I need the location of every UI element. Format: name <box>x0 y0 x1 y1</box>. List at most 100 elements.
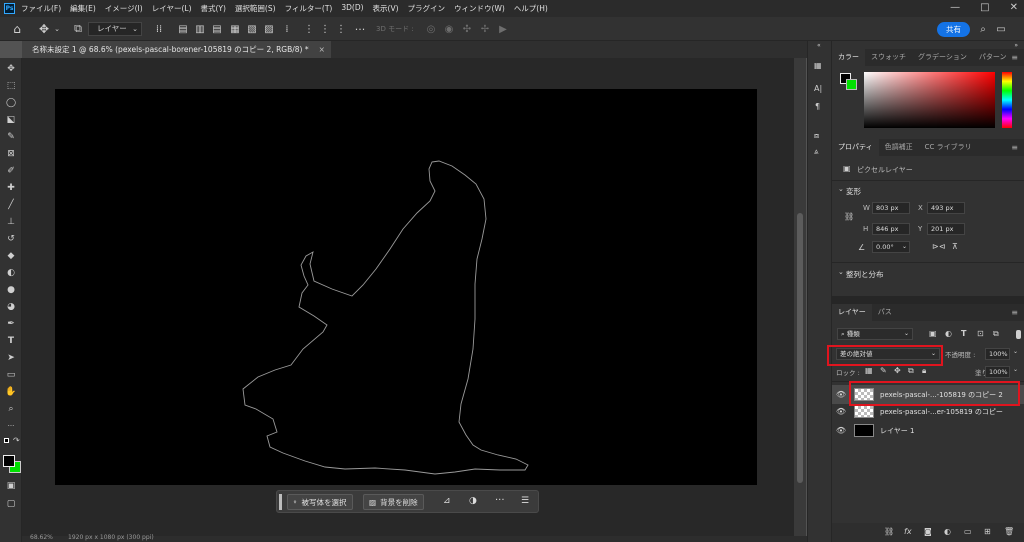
panel-menu-icon[interactable]: ≡ <box>1011 139 1018 156</box>
history-brush-tool-icon[interactable]: ↺ <box>3 231 19 246</box>
collapse-icon[interactable]: « <box>817 42 821 49</box>
align-left-icon[interactable]: ▤ <box>177 21 189 37</box>
more-options-icon[interactable]: ··· <box>353 21 367 37</box>
document-tab[interactable]: 名称未設定 1 @ 68.6% (pexels-pascal-borener-1… <box>22 41 331 58</box>
workspace-icon[interactable]: ▭ <box>994 21 1008 37</box>
blur-tool-icon[interactable]: ● <box>3 282 19 297</box>
move-tool-icon[interactable]: ✥ <box>36 21 52 37</box>
settings-sliders-icon[interactable]: ☰ <box>521 496 529 506</box>
auto-select-icon[interactable]: ⧉ <box>70 21 86 37</box>
layer-name[interactable]: レイヤー 1 <box>880 426 914 436</box>
zoom-level[interactable]: 68.62% <box>30 534 53 541</box>
align-bottom-icon[interactable]: ▨ <box>263 21 275 37</box>
menu-view[interactable]: 表示(V) <box>373 3 399 14</box>
menu-help[interactable]: ヘルプ(H) <box>514 3 548 14</box>
menu-plugins[interactable]: プラグイン <box>408 3 446 14</box>
lock-position-icon[interactable]: ✥ <box>894 366 901 375</box>
filter-smart-object-icon[interactable]: ⧉ <box>993 329 999 339</box>
tab-gradients[interactable]: グラデーション <box>912 49 973 66</box>
brush-tool-icon[interactable]: ╱ <box>3 197 19 212</box>
layer-filter-dropdown[interactable]: ⌕ 種類 ⌄ <box>837 328 913 340</box>
x-field[interactable]: 493 px <box>927 202 965 214</box>
y-field[interactable]: 201 px <box>927 223 965 235</box>
chevron-down-icon[interactable]: ⌄ <box>838 185 844 193</box>
align-vcenter-icon[interactable]: ▧ <box>246 21 258 37</box>
default-colors-icon[interactable] <box>4 438 9 443</box>
chevron-down-icon[interactable]: ⌄ <box>1013 348 1018 355</box>
clone-stamp-tool-icon[interactable]: ⊥ <box>3 214 19 229</box>
tab-paths[interactable]: パス <box>872 304 898 321</box>
flip-horizontal-icon[interactable]: ⊳⊲ <box>932 242 945 251</box>
3d-roll-icon[interactable]: ◉ <box>442 21 456 37</box>
transform-controls-icon[interactable]: ⁞⁞ <box>152 21 166 37</box>
tab-patterns[interactable]: パターン <box>973 49 1013 66</box>
new-layer-icon[interactable]: ⊞ <box>984 527 991 536</box>
color-picker-field[interactable] <box>864 72 995 128</box>
menu-3d[interactable]: 3D(D) <box>341 3 363 14</box>
drag-handle[interactable] <box>279 494 282 510</box>
tab-layers[interactable]: レイヤー <box>832 304 872 321</box>
path-selection-tool-icon[interactable]: ➤ <box>3 350 19 365</box>
crop-tool-icon[interactable]: ✎ <box>3 129 19 144</box>
history-icon[interactable]: ▦ <box>814 61 822 70</box>
maximize-button[interactable]: □ <box>980 2 989 13</box>
menu-window[interactable]: ウィンドウ(W) <box>454 3 505 14</box>
layer-style-icon[interactable]: fx <box>904 527 912 536</box>
lock-artboard-icon[interactable]: ⧉ <box>908 366 914 376</box>
lock-transparent-pixels-icon[interactable]: ▦ <box>865 366 873 375</box>
foreground-color-swatch[interactable] <box>3 455 15 467</box>
menu-edit[interactable]: 編集(E) <box>70 3 96 14</box>
scrollbar-thumb[interactable] <box>797 213 803 483</box>
hue-slider[interactable] <box>1002 72 1012 128</box>
tab-color[interactable]: カラー <box>832 49 865 66</box>
healing-brush-tool-icon[interactable]: ✚ <box>3 180 19 195</box>
lock-image-pixels-icon[interactable]: ✎ <box>880 366 887 375</box>
move-tool-icon[interactable]: ✥ <box>3 61 19 76</box>
background-color-swatch[interactable] <box>846 79 857 90</box>
opacity-field[interactable]: 100% <box>985 348 1010 360</box>
menu-filter[interactable]: フィルター(T) <box>285 3 333 14</box>
visibility-eye-icon[interactable]: 👁︎ <box>832 390 850 399</box>
menu-layer[interactable]: レイヤー(L) <box>152 3 192 14</box>
close-tab-icon[interactable]: × <box>319 45 325 54</box>
hand-tool-icon[interactable]: ✋ <box>3 384 19 399</box>
layer-name[interactable]: pexels-pascal-...er-105819 のコピー <box>880 407 1003 417</box>
rectangle-tool-icon[interactable]: ▭ <box>3 367 19 382</box>
frame-tool-icon[interactable]: ⊠ <box>3 146 19 161</box>
swap-colors-icon[interactable]: ↷ <box>13 436 20 445</box>
more-options-icon[interactable]: ··· <box>495 495 505 506</box>
link-dimensions-icon[interactable]: ⛓ <box>844 212 854 221</box>
adjustment-icon[interactable]: ◑ <box>469 496 477 506</box>
distribute-icon[interactable]: ⁞ <box>281 21 293 37</box>
dodge-tool-icon[interactable]: ◕ <box>3 299 19 314</box>
add-mask-icon[interactable]: ◙ <box>924 527 932 536</box>
filter-pixel-icon[interactable]: ▣ <box>929 329 937 338</box>
adjustment-layer-icon[interactable]: ◐ <box>944 527 951 536</box>
align-hcenter-icon[interactable]: ▥ <box>194 21 206 37</box>
close-window-button[interactable]: ✕ <box>1010 2 1018 13</box>
distribute-bottom-icon[interactable]: ⋮ <box>335 21 347 37</box>
marquee-tool-icon[interactable]: ⬚ <box>3 78 19 93</box>
eyedropper-tool-icon[interactable]: ✐ <box>3 163 19 178</box>
align-right-icon[interactable]: ▤ <box>211 21 223 37</box>
collapse-icon[interactable]: » <box>1014 42 1018 49</box>
paragraph-icon[interactable]: ¶ <box>815 102 820 111</box>
eraser-tool-icon[interactable]: ◆ <box>3 248 19 263</box>
lock-all-icon[interactable]: 🔒︎ <box>922 366 926 376</box>
panel-menu-icon[interactable]: ≡ <box>1011 49 1018 66</box>
screen-mode-icon[interactable]: ▢ <box>3 496 19 511</box>
transform-icon[interactable]: ⊿ <box>443 496 451 506</box>
link-layers-icon[interactable]: ⛓ <box>884 527 894 536</box>
menu-select[interactable]: 選択範囲(S) <box>235 3 276 14</box>
tab-properties[interactable]: プロパティ <box>832 139 879 156</box>
3d-slide-icon[interactable]: ✢ <box>478 21 492 37</box>
auto-select-target-dropdown[interactable]: レイヤー ⌄ <box>88 22 142 36</box>
angle-field[interactable]: 0.00° ⌄ <box>872 241 910 253</box>
more-tools-icon[interactable]: ··· <box>3 418 19 433</box>
delete-layer-icon[interactable]: 🗑︎ <box>1004 527 1014 536</box>
filter-adjustment-icon[interactable]: ◐ <box>945 329 952 338</box>
chevron-down-icon[interactable]: ⌄ <box>838 268 844 276</box>
filter-shape-icon[interactable]: ⊡ <box>977 329 984 338</box>
share-button[interactable]: 共有 <box>937 22 970 37</box>
gradient-tool-icon[interactable]: ◐ <box>3 265 19 280</box>
